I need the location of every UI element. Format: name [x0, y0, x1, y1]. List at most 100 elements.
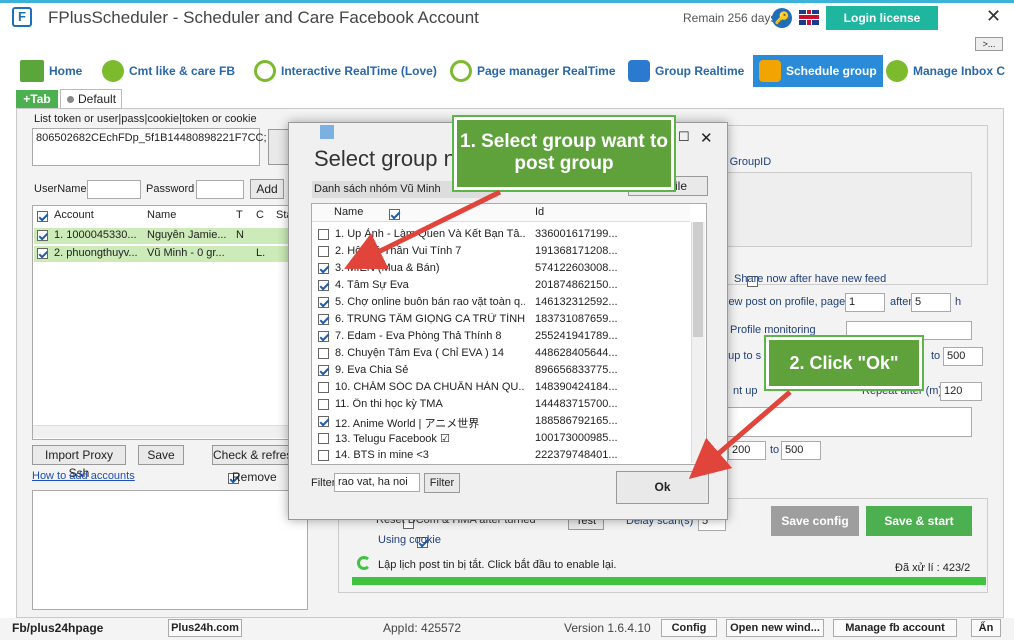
row-checkbox[interactable]	[37, 248, 48, 259]
groupid-input[interactable]	[712, 172, 972, 247]
log-box	[32, 490, 308, 610]
group-id: 100173000985...	[535, 432, 618, 444]
config-button[interactable]: Config	[661, 619, 717, 637]
group-name: 4. Tâm Sự Eva	[335, 279, 409, 291]
import-proxy-button[interactable]: Import Proxy Ssh	[32, 445, 126, 480]
group-checkbox[interactable]	[318, 297, 329, 308]
add-token-button[interactable]	[268, 129, 290, 165]
group-checkbox[interactable]	[318, 331, 329, 342]
save-config-button[interactable]: Save config	[771, 506, 859, 536]
group-checkbox[interactable]	[318, 399, 329, 410]
app-id: AppId: 425572	[383, 621, 462, 635]
tab-cmt-like[interactable]: Cmt like & care FB	[102, 58, 235, 84]
ok-button[interactable]: Ok	[616, 471, 709, 504]
group-row[interactable]: 9. Eva Chia Sẻ 896656833775...	[314, 362, 690, 379]
group-checkbox[interactable]	[318, 348, 329, 359]
check-refresh-button[interactable]: Check & refresh	[212, 445, 290, 465]
dialog-close-button[interactable]: ✕	[700, 129, 713, 147]
group-checkbox[interactable]	[318, 280, 329, 291]
group-icon	[628, 60, 650, 82]
col-t: T	[236, 209, 243, 221]
how-to-add-accounts-link[interactable]: How to add accounts	[32, 470, 135, 482]
add-account-button[interactable]: Add	[250, 179, 284, 199]
tab-home[interactable]: Home	[20, 58, 82, 84]
group-row[interactable]: 4. Tâm Sự Eva 201874862150...	[314, 277, 690, 294]
tab-schedule-group[interactable]: Schedule group	[753, 55, 883, 87]
manage-fb-account-button[interactable]: Manage fb account	[833, 619, 957, 637]
to-input[interactable]: 500	[943, 347, 983, 366]
group-row[interactable]: 6. TRUNG TÂM GIỌNG CA TRỮ TÌNH 1837310876…	[314, 311, 690, 328]
hide-button[interactable]: Ẩn	[971, 619, 1001, 637]
group-row[interactable]: 14. BTS in mine <3 222379748401...	[314, 447, 690, 464]
tab-page-manager[interactable]: Page manager RealTime	[450, 58, 616, 84]
horizontal-scrollbar[interactable]	[33, 425, 291, 438]
content-input[interactable]	[708, 407, 972, 437]
group-name: 3. MIỀN (Mua & Bán)	[335, 262, 440, 274]
range-to-input[interactable]: 500	[781, 441, 821, 460]
username-input[interactable]	[87, 180, 141, 199]
range-to-label: to	[770, 444, 780, 456]
group-checkbox[interactable]	[318, 382, 329, 393]
group-row[interactable]: 1. Up Ảnh - Làm Quen Và Kết Bạn Tâ... 336…	[314, 226, 690, 243]
select-all-checkbox[interactable]	[37, 211, 48, 223]
group-row[interactable]: 12. Anime World | アニメ世界 188586792165...	[314, 413, 690, 430]
table-row[interactable]: 2. phuongthuyv... Vũ Minh - 0 gr... L.	[34, 246, 288, 262]
group-row[interactable]: 8. Chuyện Tâm Eva ( Chỉ EVA ) 14 44862840…	[314, 345, 690, 362]
to-label: to	[931, 350, 941, 362]
tab-group-realtime[interactable]: Group Realtime	[628, 58, 744, 84]
group-row[interactable]: 13. Telugu Facebook ☑ 100173000985...	[314, 430, 690, 447]
group-row[interactable]: 10. CHĂM SÓC DA CHUẨN HÀN QU... 148390424…	[314, 379, 690, 396]
maximize-icon[interactable]: ☐	[678, 129, 690, 145]
group-checkbox[interactable]	[318, 365, 329, 376]
filter-input[interactable]: rao vat, ha noi	[334, 473, 420, 492]
table-row[interactable]: 1. 1000045330... Nguyễn Jamie... N	[34, 228, 288, 244]
remove-label: Remove	[232, 470, 277, 484]
group-checkbox[interactable]	[318, 314, 329, 325]
tab-interactive-realtime[interactable]: Interactive RealTime (Love)	[254, 58, 437, 84]
range-from-input[interactable]: 200	[728, 441, 766, 460]
group-row[interactable]: 7. Edam - Eva Phòng Thả Thính 8 255241941…	[314, 328, 690, 345]
row-checkbox[interactable]	[37, 230, 48, 241]
close-window-button[interactable]: ✕	[986, 6, 1001, 27]
token-input[interactable]: 806502682CEchFDp_5f1B14480898221F7CC;	[32, 128, 267, 166]
after-input[interactable]: 5	[911, 293, 951, 312]
group-row[interactable]: 11. Ôn thi học kỳ TMA 144483715700...	[314, 396, 690, 413]
tab-default[interactable]: Default	[60, 89, 122, 109]
up-label: nt up	[733, 385, 758, 397]
clock-icon	[450, 60, 472, 82]
group-checkbox[interactable]	[318, 450, 329, 461]
col-account: Account	[54, 209, 94, 221]
save-accounts-button[interactable]: Save	[138, 445, 184, 465]
group-id: 144483715700...	[535, 398, 618, 410]
home-icon	[20, 60, 44, 82]
site-link[interactable]: Plus24h.com	[168, 619, 242, 637]
filter-button[interactable]: Filter	[424, 473, 460, 493]
group-name: 2. Hội Độ Thần Vui Tính 7	[335, 245, 462, 257]
open-new-window-button[interactable]: Open new wind...	[726, 619, 824, 637]
group-checkbox[interactable]	[318, 416, 329, 427]
group-checkbox[interactable]	[318, 246, 329, 257]
group-row[interactable]: 5. Chợ online buôn bán rao vặt toàn q...…	[314, 294, 690, 311]
new-post-input[interactable]: 1	[845, 293, 885, 312]
share-label: Share now after have new feed	[734, 273, 887, 285]
group-name: 7. Edam - Eva Phòng Thả Thính 8	[335, 330, 502, 342]
more-button[interactable]: >...	[975, 37, 1003, 51]
add-tab-button[interactable]: +Tab	[16, 90, 58, 108]
tab-manage-inbox[interactable]: Manage Inbox C	[886, 58, 1005, 84]
app-logo-icon: F	[12, 7, 32, 27]
group-row[interactable]: 3. MIỀN (Mua & Bán) 574122603008...	[314, 260, 690, 277]
group-checkbox[interactable]	[318, 263, 329, 274]
group-checkbox[interactable]	[318, 433, 329, 444]
uk-flag-icon[interactable]	[799, 10, 819, 25]
login-license-button[interactable]: Login license	[826, 6, 938, 30]
select-all-groups-checkbox[interactable]	[388, 209, 400, 221]
group-row[interactable]: 2. Hội Độ Thần Vui Tính 7 191368171208...	[314, 243, 690, 260]
password-input[interactable]	[196, 180, 244, 199]
repeat-input[interactable]: 120	[940, 382, 982, 401]
scrollbar-thumb[interactable]	[693, 222, 703, 337]
col-c: C	[256, 209, 264, 221]
save-start-button[interactable]: Save & start	[866, 506, 972, 536]
key-icon[interactable]: 🔑	[772, 8, 792, 28]
group-checkbox[interactable]	[318, 229, 329, 240]
token-label: List token or user|pass|cookie|token or …	[34, 113, 257, 125]
